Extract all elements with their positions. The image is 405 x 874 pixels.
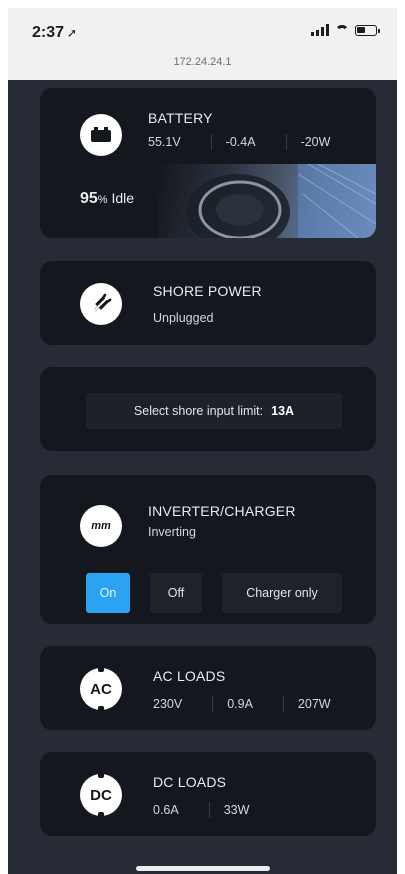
mode-off-button[interactable]: Off bbox=[150, 573, 202, 613]
mode-on-button[interactable]: On bbox=[86, 573, 130, 613]
wifi-icon bbox=[335, 25, 349, 35]
dc-loads-values: 0.6A 33W bbox=[153, 802, 263, 818]
ac-loads-card[interactable]: AC AC LOADS 230V 0.9A 207W bbox=[40, 646, 376, 730]
mode-charger-only-button[interactable]: Charger only bbox=[222, 573, 342, 613]
battery-state-of-charge: 95% Idle bbox=[80, 190, 134, 208]
ac-icon: AC bbox=[80, 666, 122, 712]
inverter-title: INVERTER/CHARGER bbox=[148, 503, 296, 519]
app-frame: 2:37 ➚ 172.24.24.1 BATTERY 55.1V -0.4A -2… bbox=[8, 8, 397, 874]
dc-current: 0.6A bbox=[153, 803, 179, 817]
status-bar: 2:37 ➚ 172.24.24.1 bbox=[8, 8, 397, 80]
ac-icon-text: AC bbox=[90, 680, 112, 698]
shore-power-status: Unplugged bbox=[153, 311, 214, 325]
battery-state: Idle bbox=[111, 190, 135, 206]
soc-unit: % bbox=[97, 194, 108, 206]
dc-power: 33W bbox=[208, 802, 264, 818]
dc-loads-title: DC LOADS bbox=[153, 774, 227, 790]
battery-status-icon bbox=[355, 24, 380, 36]
battery-icon bbox=[80, 114, 122, 156]
inverter-icon-text: mm bbox=[91, 520, 111, 532]
ac-voltage: 230V bbox=[153, 697, 183, 711]
inverter-status: Inverting bbox=[148, 525, 196, 539]
shore-limit-value: 13A bbox=[271, 404, 295, 418]
location-arrow-icon: ➚ bbox=[67, 26, 78, 40]
ac-current: 0.9A bbox=[212, 696, 283, 712]
plug-icon bbox=[80, 283, 122, 325]
ac-power: 207W bbox=[282, 696, 345, 712]
shore-limit-label: Select shore input limit: bbox=[133, 404, 264, 418]
cellular-signal-icon bbox=[311, 24, 329, 36]
status-time: 2:37 ➚ bbox=[32, 24, 78, 41]
url-bar[interactable]: 172.24.24.1 bbox=[8, 56, 397, 68]
battery-power: -20W bbox=[285, 134, 345, 150]
soc-value: 95 bbox=[80, 190, 98, 207]
battery-values: 55.1V -0.4A -20W bbox=[148, 134, 344, 150]
battery-title: BATTERY bbox=[148, 110, 213, 126]
battery-background-image bbox=[158, 164, 376, 238]
shore-power-title: SHORE POWER bbox=[153, 283, 262, 299]
inverter-charger-card: mm INVERTER/CHARGER Inverting On Off Cha… bbox=[40, 475, 376, 624]
shore-limit-card: Select shore input limit: 13A bbox=[40, 367, 376, 451]
shore-power-card[interactable]: SHORE POWER Unplugged bbox=[40, 261, 376, 345]
victron-logo-icon: mm bbox=[80, 505, 122, 547]
shore-input-limit-button[interactable]: Select shore input limit: 13A bbox=[86, 393, 342, 429]
battery-voltage: 55.1V bbox=[148, 135, 181, 149]
dc-loads-card[interactable]: DC DC LOADS 0.6A 33W bbox=[40, 752, 376, 836]
status-icons bbox=[311, 24, 380, 36]
home-indicator[interactable] bbox=[136, 866, 270, 871]
ac-loads-title: AC LOADS bbox=[153, 668, 226, 684]
dc-icon: DC bbox=[80, 772, 122, 818]
dc-icon-text: DC bbox=[90, 786, 112, 804]
battery-card[interactable]: BATTERY 55.1V -0.4A -20W 95% Idle bbox=[40, 88, 376, 238]
ac-loads-values: 230V 0.9A 207W bbox=[153, 696, 345, 712]
battery-current: -0.4A bbox=[210, 134, 286, 150]
